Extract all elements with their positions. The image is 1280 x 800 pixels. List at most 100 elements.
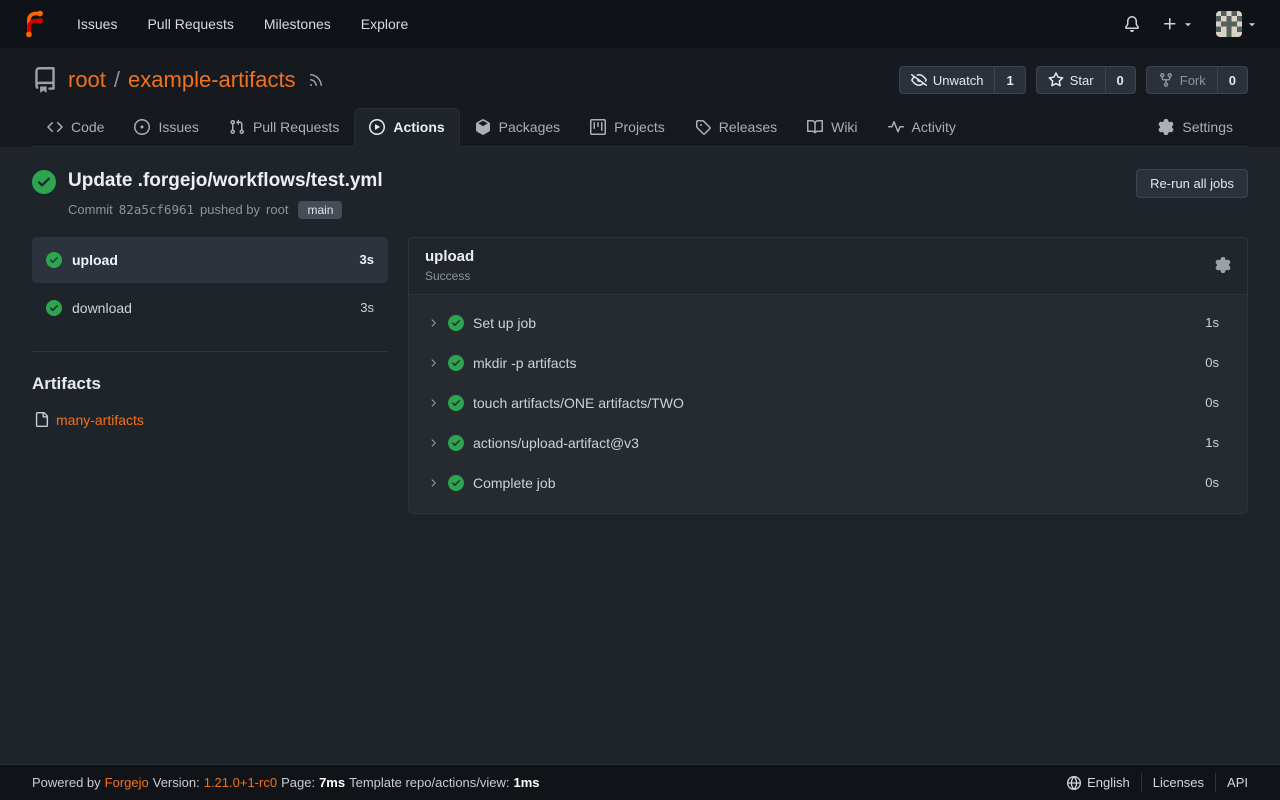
job-panel-header: upload Success (409, 238, 1247, 295)
step-label: Set up job (473, 315, 536, 331)
tab-wiki[interactable]: Wiki (792, 108, 872, 146)
tab-code[interactable]: Code (32, 108, 119, 146)
page-time-value: 7ms (319, 775, 345, 790)
page-footer: Powered by Forgejo Version: 1.21.0+1-rc0… (0, 764, 1280, 800)
bell-icon (1124, 16, 1140, 32)
job-name: download (72, 300, 132, 316)
commit-hash-link[interactable]: 82a5cf6961 (119, 202, 194, 217)
forgejo-link[interactable]: Forgejo (105, 775, 149, 790)
create-new-button[interactable] (1156, 10, 1200, 38)
step-label: mkdir -p artifacts (473, 355, 576, 371)
star-button-group: Star 0 (1036, 66, 1136, 94)
artifact-download-link[interactable]: many-artifacts (56, 412, 144, 428)
page-time-label: Page: (281, 775, 315, 790)
check-circle-icon (448, 355, 464, 371)
step-row-complete[interactable]: Complete job 0s (409, 463, 1247, 503)
chevron-right-icon (427, 437, 439, 449)
breadcrumb: root / example-artifacts (68, 67, 296, 93)
job-item-upload[interactable]: upload 3s (32, 237, 388, 283)
step-duration: 0s (1205, 475, 1219, 490)
step-row-touch[interactable]: touch artifacts/ONE artifacts/TWO 0s (409, 383, 1247, 423)
tab-label: Releases (719, 119, 777, 135)
run-header: Update .forgejo/workflows/test.yml Commi… (0, 147, 1280, 237)
fork-icon (1158, 72, 1174, 88)
language-selector[interactable]: English (1056, 773, 1141, 792)
version-link[interactable]: 1.21.0+1-rc0 (204, 775, 277, 790)
star-button[interactable]: Star (1037, 67, 1105, 93)
artifacts-title: Artifacts (32, 374, 388, 394)
gear-icon (1158, 119, 1174, 135)
repo-tabs: Code Issues Pull Requests Actions Packag… (32, 108, 1248, 147)
chevron-right-icon (427, 477, 439, 489)
fork-button-group: Fork 0 (1146, 66, 1248, 94)
check-circle-icon (46, 252, 62, 268)
tab-label: Actions (393, 119, 444, 135)
rss-button[interactable] (308, 72, 324, 88)
repo-name-link[interactable]: example-artifacts (128, 67, 296, 93)
package-icon (475, 119, 491, 135)
nav-item-milestones[interactable]: Milestones (251, 8, 344, 40)
version-label: Version: (153, 775, 200, 790)
forgejo-logo[interactable] (16, 5, 60, 43)
nav-item-explore[interactable]: Explore (348, 8, 421, 40)
step-row-mkdir[interactable]: mkdir -p artifacts 0s (409, 343, 1247, 383)
template-time-value: 1ms (514, 775, 540, 790)
branch-badge[interactable]: main (298, 201, 342, 219)
forks-count[interactable]: 0 (1217, 67, 1247, 93)
chevron-right-icon (427, 397, 439, 409)
nav-item-pull-requests[interactable]: Pull Requests (134, 8, 246, 40)
chevron-right-icon (427, 357, 439, 369)
repo-owner-link[interactable]: root (68, 67, 106, 93)
job-status-text: Success (425, 269, 474, 283)
unwatch-button[interactable]: Unwatch (900, 67, 995, 93)
tab-projects[interactable]: Projects (575, 108, 680, 146)
stars-count[interactable]: 0 (1105, 67, 1135, 93)
chevron-right-icon (427, 317, 439, 329)
step-row-upload-artifact[interactable]: actions/upload-artifact@v3 1s (409, 423, 1247, 463)
gear-icon (1215, 257, 1231, 273)
step-row-setup[interactable]: Set up job 1s (409, 303, 1247, 343)
run-titles: Update .forgejo/workflows/test.yml Commi… (68, 169, 383, 219)
tab-settings[interactable]: Settings (1143, 108, 1248, 146)
api-link[interactable]: API (1215, 773, 1248, 792)
tab-activity[interactable]: Activity (873, 108, 971, 146)
job-panel-title: upload (425, 248, 474, 265)
artifact-item: many-artifacts (32, 412, 388, 428)
jobs-sidebar: upload 3s download 3s Artifacts many-art… (32, 237, 388, 428)
actions-run-view: Update .forgejo/workflows/test.yml Commi… (0, 147, 1280, 764)
issue-opened-icon (134, 119, 150, 135)
tab-label: Wiki (831, 119, 857, 135)
tab-pull-requests[interactable]: Pull Requests (214, 108, 354, 146)
watchers-count[interactable]: 1 (994, 67, 1024, 93)
navbar-right (1118, 5, 1264, 43)
job-duration: 3s (360, 300, 374, 315)
job-options-button[interactable] (1215, 257, 1231, 273)
notifications-button[interactable] (1118, 10, 1146, 38)
repo-actions: Unwatch 1 Star 0 Fork 0 (899, 66, 1248, 94)
repo-header: root / example-artifacts Unwatch 1 Star … (0, 48, 1280, 147)
tab-issues[interactable]: Issues (119, 108, 213, 146)
tab-actions[interactable]: Actions (354, 108, 459, 147)
fork-label: Fork (1180, 73, 1206, 88)
user-menu-button[interactable] (1210, 5, 1264, 43)
footer-info: Powered by Forgejo Version: 1.21.0+1-rc0… (32, 775, 540, 790)
footer-links: English Licenses API (1056, 773, 1248, 792)
commit-prefix: Commit (68, 202, 113, 217)
pulse-icon (888, 119, 904, 135)
fork-button[interactable]: Fork (1147, 67, 1217, 93)
tab-label: Code (71, 119, 104, 135)
check-circle-icon (448, 395, 464, 411)
file-icon (34, 412, 49, 427)
job-panel-titles: upload Success (425, 248, 474, 283)
step-label: touch artifacts/ONE artifacts/TWO (473, 395, 684, 411)
project-icon (590, 119, 606, 135)
star-icon (1048, 72, 1064, 88)
tab-releases[interactable]: Releases (680, 108, 792, 146)
job-detail-panel: upload Success Set up job 1s mkdir - (408, 237, 1248, 514)
licenses-link[interactable]: Licenses (1141, 773, 1215, 792)
nav-item-issues[interactable]: Issues (64, 8, 130, 40)
tab-label: Settings (1182, 119, 1233, 135)
tab-packages[interactable]: Packages (460, 108, 575, 146)
rerun-all-jobs-button[interactable]: Re-run all jobs (1136, 169, 1248, 198)
job-item-download[interactable]: download 3s (32, 285, 388, 331)
